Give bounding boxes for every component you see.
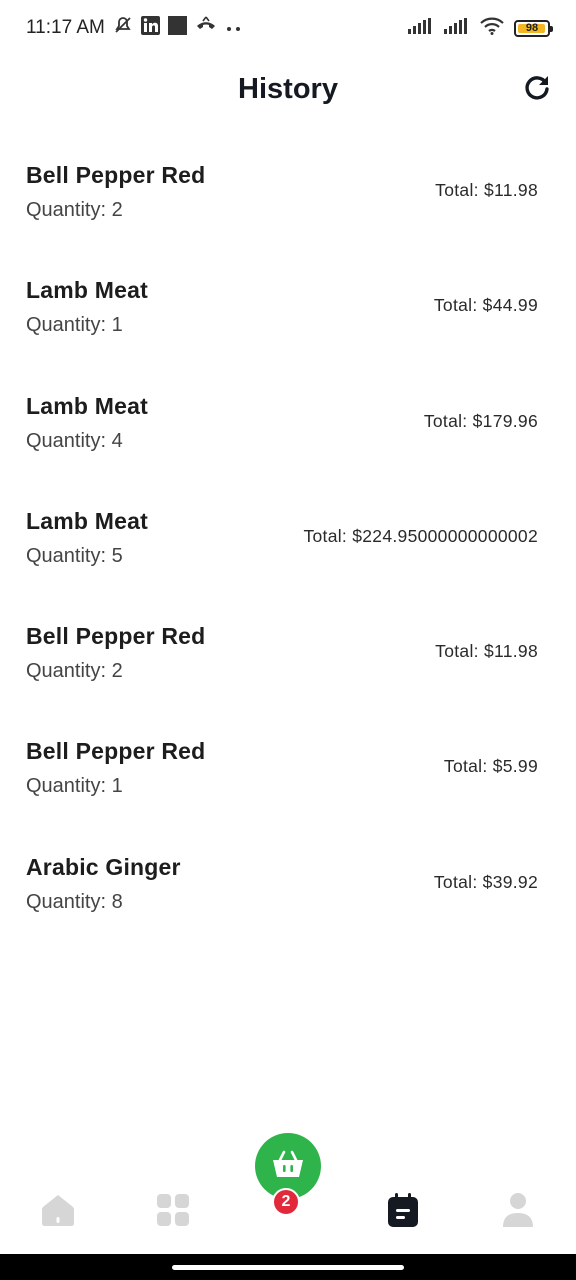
signal-icon (408, 17, 434, 39)
list-item[interactable]: Lamb Meat Quantity: 1 Total: $44.99 (0, 245, 576, 360)
item-name: Lamb Meat (26, 507, 148, 534)
nav-categories[interactable] (141, 1180, 205, 1244)
item-total: Total: $179.96 (423, 410, 538, 431)
linkedin-icon (140, 15, 160, 41)
history-icon (387, 1192, 419, 1233)
square-icon (167, 15, 187, 41)
list-item[interactable]: Lamb Meat Quantity: 5 Total: $224.950000… (0, 476, 576, 591)
item-total: Total: $11.98 (435, 641, 538, 662)
item-total: Total: $39.92 (433, 871, 538, 892)
home-gesture-handle[interactable] (172, 1265, 404, 1270)
categories-icon (156, 1193, 190, 1232)
home-icon (41, 1193, 75, 1232)
refresh-button[interactable] (520, 72, 554, 106)
list-item[interactable]: Bell Pepper Red Quantity: 2 Total: $11.9… (0, 591, 576, 706)
item-quantity: Quantity: 2 (26, 660, 123, 683)
item-total: Total: $44.99 (433, 295, 538, 316)
item-name: Lamb Meat (26, 392, 148, 419)
item-total: Total: $5.99 (443, 756, 538, 777)
item-quantity: Quantity: 4 (26, 429, 123, 452)
profile-icon (501, 1192, 535, 1233)
list-item[interactable]: Bell Pepper Red Quantity: 2 Total: $11.9… (0, 130, 576, 245)
signal-icon (444, 17, 470, 39)
cart-badge: 2 (272, 1188, 300, 1216)
item-quantity: Quantity: 2 (26, 199, 123, 221)
item-total: Total: $224.95000000000002 (303, 525, 538, 546)
item-quantity: Quantity: 1 (26, 314, 123, 337)
battery-level: 98 (525, 22, 539, 34)
item-name: Bell Pepper Red (26, 623, 206, 650)
wifi-icon (480, 17, 504, 40)
refresh-icon (523, 73, 551, 106)
page-title: History (238, 72, 338, 105)
nav-history[interactable] (371, 1180, 435, 1244)
nav-home[interactable] (26, 1180, 90, 1244)
item-quantity: Quantity: 1 (26, 775, 123, 798)
item-quantity: Quantity: 8 (26, 890, 123, 913)
item-name: Bell Pepper Red (26, 162, 206, 188)
cart-icon (271, 1149, 305, 1184)
list-item[interactable]: Bell Pepper Red Quantity: 1 Total: $5.99 (0, 706, 576, 821)
item-quantity: Quantity: 5 (26, 544, 123, 567)
gesture-bar (0, 1254, 576, 1280)
mute-icon (113, 15, 133, 41)
item-name: Lamb Meat (26, 277, 148, 304)
nav-profile[interactable] (486, 1180, 550, 1244)
item-name: Arabic Ginger (26, 853, 181, 880)
list-item[interactable]: Lamb Meat Quantity: 4 Total: $179.96 (0, 361, 576, 476)
list-item[interactable]: Arabic Ginger Quantity: 8 Total: $39.92 (0, 822, 576, 937)
status-right: 98 (408, 17, 553, 40)
history-list: Bell Pepper Red Quantity: 2 Total: $11.9… (0, 130, 576, 937)
call-icon (195, 15, 217, 41)
battery-icon: 98 (514, 19, 553, 37)
status-time: 11:17 AM (26, 17, 105, 38)
app-bar: History (0, 56, 576, 122)
status-left: 11:17 AM (26, 15, 243, 41)
status-bar: 11:17 AM 98 (0, 0, 576, 56)
item-name: Bell Pepper Red (26, 738, 206, 765)
item-total: Total: $11.98 (435, 180, 538, 200)
more-dots-icon (225, 17, 243, 39)
